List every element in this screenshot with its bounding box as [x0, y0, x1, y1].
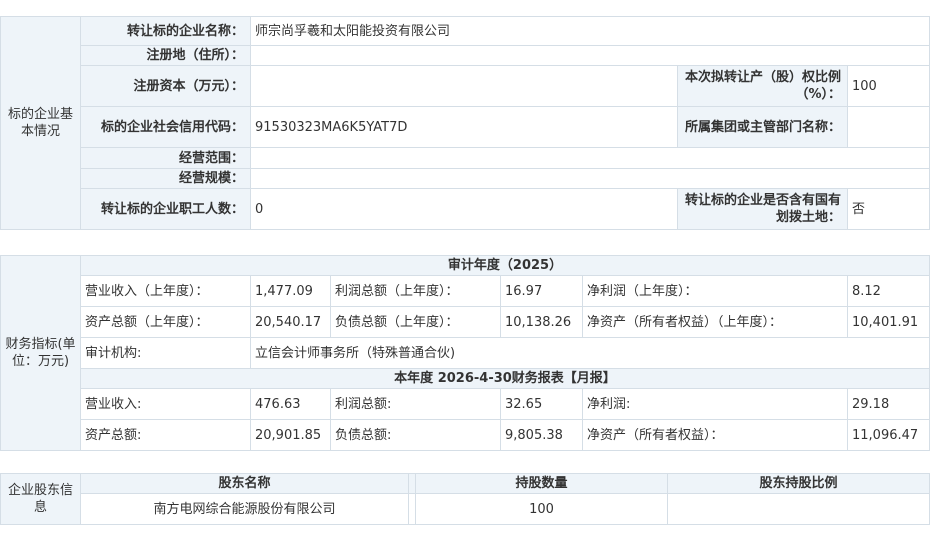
- current-year-header: 本年度 2026-4-30财务报表【月报】: [80, 368, 930, 389]
- credit-code-value: 91530323MA6K5YAT7D: [250, 106, 678, 148]
- allocated-land-label: 转让标的企业是否含有国有划拨土地：: [677, 188, 848, 230]
- audit-equity-label: 净资产（所有者权益）（上年度）：: [582, 306, 848, 338]
- audit-net-profit-label: 净利润（上年度）：: [582, 275, 848, 307]
- credit-code-label: 标的企业社会信用代码：: [80, 106, 251, 148]
- audit-profit-label: 利润总额（上年度）：: [330, 275, 501, 307]
- shareholder-shares-header: 持股数量: [415, 473, 668, 494]
- current-revenue-label: 营业收入:: [80, 388, 251, 420]
- shareholder-name-cell: 南方电网综合能源股份有限公司: [80, 493, 409, 525]
- current-assets-value: 20,901.85: [250, 419, 331, 451]
- current-assets-label: 资产总额:: [80, 419, 251, 451]
- group-value: [846, 106, 931, 148]
- audit-year-header: 审计年度（2025）: [80, 255, 930, 276]
- company-name-value: 师宗尚孚羲和太阳能投资有限公司: [249, 16, 931, 46]
- audit-revenue-label: 营业收入（上年度）：: [80, 275, 251, 307]
- audit-profit-value: 16.97: [500, 275, 583, 307]
- address-value: [249, 45, 931, 66]
- current-liabilities-value: 9,805.38: [500, 419, 583, 451]
- shareholder-section-label: 企业股东信息: [0, 473, 81, 525]
- auditor-value: 立信会计师事务所（特殊普通合伙): [250, 337, 930, 369]
- staff-count-label: 转让标的企业职工人数：: [80, 188, 251, 230]
- capital-value: [250, 65, 678, 107]
- audit-revenue-value: 1,477.09: [250, 275, 331, 307]
- transfer-ratio-label: 本次拟转让产（股）权比例（%）：: [677, 65, 848, 107]
- current-net-profit-label: 净利润:: [582, 388, 848, 420]
- transfer-ratio-value: 100: [846, 65, 931, 107]
- shareholder-shares-cell: 100: [415, 493, 668, 525]
- group-label: 所属集团或主管部门名称：: [677, 106, 848, 148]
- audit-net-profit-value: 8.12: [847, 275, 930, 307]
- business-scope-label: 经营范围：: [80, 147, 251, 169]
- address-label: 注册地（住所）：: [80, 45, 251, 66]
- current-equity-label: 净资产（所有者权益）：: [582, 419, 848, 451]
- current-liabilities-label: 负债总额:: [330, 419, 501, 451]
- finance-table: 财务指标(单位：万元) 审计年度（2025） 营业收入（上年度）： 1,477.…: [0, 255, 930, 451]
- capital-label: 注册资本（万元）：: [80, 65, 251, 107]
- staff-count-value: 0: [250, 188, 678, 230]
- audit-liabilities-label: 负债总额（上年度）：: [330, 306, 501, 338]
- audit-assets-label: 资产总额（上年度）：: [80, 306, 251, 338]
- basic-section-label: 标的企业基本情况: [0, 16, 81, 230]
- column-gap: [408, 473, 416, 494]
- business-scale-value: [249, 168, 931, 189]
- allocated-land-value: 否: [846, 188, 931, 230]
- shareholder-name-header: 股东名称: [80, 473, 409, 494]
- current-profit-label: 利润总额:: [330, 388, 501, 420]
- audit-equity-value: 10,401.91: [847, 306, 930, 338]
- auditor-label: 审计机构:: [80, 337, 251, 369]
- current-revenue-value: 476.63: [250, 388, 331, 420]
- finance-section-label: 财务指标(单位：万元): [0, 255, 81, 451]
- basic-info-table: 标的企业基本情况 转让标的企业名称： 师宗尚孚羲和太阳能投资有限公司 注册地（住…: [0, 16, 931, 230]
- column-gap: [408, 493, 416, 525]
- shareholder-table: 企业股东信息 股东名称 持股数量 股东持股比例 南方电网综合能源股份有限公司 1…: [0, 473, 930, 525]
- audit-liabilities-value: 10,138.26: [500, 306, 583, 338]
- table-row: 南方电网综合能源股份有限公司 100: [1, 493, 930, 525]
- current-equity-value: 11,096.47: [847, 419, 930, 451]
- business-scale-label: 经营规模：: [80, 168, 251, 189]
- audit-assets-value: 20,540.17: [250, 306, 331, 338]
- current-net-profit-value: 29.18: [847, 388, 930, 420]
- shareholder-ratio-cell: [667, 493, 930, 525]
- business-scope-value: [249, 147, 931, 169]
- current-profit-value: 32.65: [500, 388, 583, 420]
- shareholder-ratio-header: 股东持股比例: [667, 473, 930, 494]
- company-name-label: 转让标的企业名称：: [80, 16, 251, 46]
